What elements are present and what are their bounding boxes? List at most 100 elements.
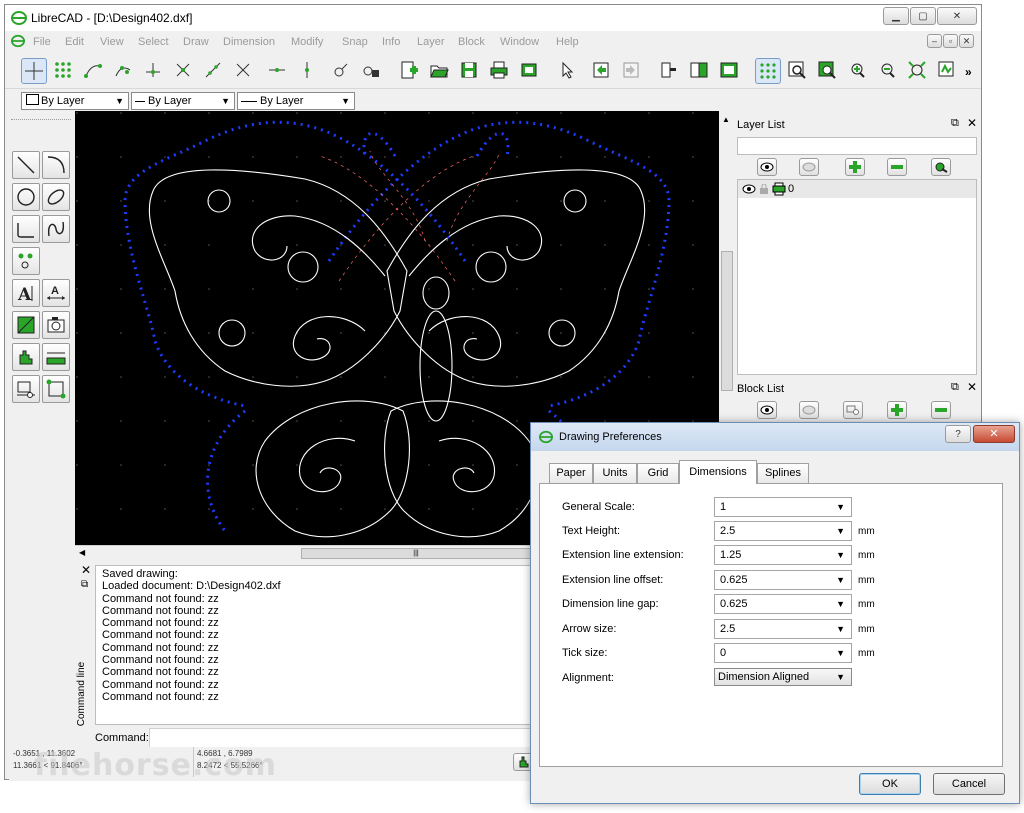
vertical-scroll-thumb[interactable] xyxy=(721,251,733,391)
restrict-horizontal-button[interactable] xyxy=(265,58,289,82)
measure-tool-button[interactable] xyxy=(42,343,70,371)
restrict-vertical-button[interactable] xyxy=(295,58,319,82)
arc-tool-button[interactable] xyxy=(42,151,70,179)
polyline-tool-button[interactable] xyxy=(12,215,40,243)
snap-free-button[interactable] xyxy=(21,58,47,84)
alignment-select[interactable]: Dimension Aligned ▼ xyxy=(714,668,852,686)
add-block-button[interactable] xyxy=(887,401,907,419)
paste-button[interactable] xyxy=(717,58,741,82)
toolbar-overflow-button[interactable]: » xyxy=(965,65,972,79)
general-scale-combo[interactable]: 1 ▼ xyxy=(714,497,852,517)
layer-row[interactable]: 0 xyxy=(738,180,976,198)
scroll-left-arrow-icon[interactable]: ◀ xyxy=(79,548,85,557)
snap-intersection-button[interactable] xyxy=(231,58,255,82)
dimension-line-gap-combo[interactable]: 0.625 ▼ xyxy=(714,594,852,614)
menu-snap[interactable]: Snap xyxy=(342,36,368,48)
layer-lock-icon[interactable] xyxy=(760,184,768,194)
ellipse-tool-button[interactable] xyxy=(42,183,70,211)
help-button[interactable]: ? xyxy=(945,425,971,443)
lock-relative-zero-button[interactable] xyxy=(359,58,383,82)
select-pointer-button[interactable] xyxy=(555,58,579,82)
print-preview-button[interactable] xyxy=(517,58,541,82)
line-tool-button[interactable] xyxy=(12,151,40,179)
tick-size-combo[interactable]: 0 ▼ xyxy=(714,643,852,663)
hide-all-blocks-button[interactable] xyxy=(799,401,819,419)
menu-file[interactable]: File xyxy=(33,36,51,48)
print-button[interactable] xyxy=(487,58,511,82)
text-height-combo[interactable]: 2.5 ▼ xyxy=(714,521,852,541)
new-file-button[interactable] xyxy=(397,58,421,82)
snap-center-button[interactable] xyxy=(141,58,165,82)
dimension-tool-button[interactable]: A xyxy=(42,279,70,307)
arrow-size-combo[interactable]: 2.5 ▼ xyxy=(714,619,852,639)
save-button[interactable] xyxy=(457,58,481,82)
text-tool-button[interactable]: A xyxy=(12,279,40,307)
color-combo[interactable]: By Layer ▼ xyxy=(21,92,129,110)
canvas-horizontal-scrollbar[interactable]: ◀ ||| xyxy=(75,545,535,561)
remove-layer-button[interactable] xyxy=(887,158,907,176)
menu-block[interactable]: Block xyxy=(458,36,485,48)
snap-distance-button[interactable] xyxy=(201,58,225,82)
minimize-button[interactable]: ▁ xyxy=(883,7,909,25)
undock-icon[interactable]: ⧉ xyxy=(81,579,88,590)
undock-icon[interactable]: ⧉ xyxy=(951,381,959,394)
close-panel-icon[interactable]: ✕ xyxy=(967,116,977,130)
add-layer-button[interactable] xyxy=(845,158,865,176)
layer-filter-input[interactable] xyxy=(737,137,977,155)
hide-all-layers-button[interactable] xyxy=(799,158,819,176)
undock-icon[interactable]: ⧉ xyxy=(951,117,959,130)
menu-dimension[interactable]: Dimension xyxy=(223,36,275,48)
command-input[interactable] xyxy=(149,728,535,748)
menu-select[interactable]: Select xyxy=(138,36,169,48)
layer-print-icon[interactable] xyxy=(772,182,786,196)
tab-grid[interactable]: Grid xyxy=(637,463,679,483)
extension-line-extension-combo[interactable]: 1.25 ▼ xyxy=(714,545,852,565)
menu-help[interactable]: Help xyxy=(556,36,579,48)
open-file-button[interactable] xyxy=(427,58,451,82)
menu-edit[interactable]: Edit xyxy=(65,36,84,48)
cancel-button[interactable]: Cancel xyxy=(933,773,1005,795)
linetype-combo[interactable]: By Layer ▼ xyxy=(131,92,235,110)
tab-splines[interactable]: Splines xyxy=(757,463,809,483)
modify-tool-button[interactable] xyxy=(12,343,40,371)
spline-tool-button[interactable] xyxy=(42,215,70,243)
show-all-blocks-button[interactable] xyxy=(757,401,777,419)
remove-block-button[interactable] xyxy=(931,401,951,419)
menu-draw[interactable]: Draw xyxy=(183,36,209,48)
menu-layer[interactable]: Layer xyxy=(417,36,445,48)
image-tool-button[interactable] xyxy=(42,311,70,339)
circle-tool-button[interactable] xyxy=(12,183,40,211)
dialog-close-button[interactable]: ✕ xyxy=(973,425,1015,443)
tab-paper[interactable]: Paper xyxy=(549,463,593,483)
width-combo[interactable]: By Layer ▼ xyxy=(237,92,355,110)
edit-layer-button[interactable] xyxy=(931,158,951,176)
toggle-grid-button[interactable] xyxy=(755,58,781,84)
redo-button[interactable] xyxy=(619,58,643,82)
mdi-minimize-button[interactable]: – xyxy=(927,34,942,48)
snap-on-entity-button[interactable] xyxy=(111,58,135,82)
close-panel-icon[interactable]: ✕ xyxy=(967,380,977,394)
snap-middle-button[interactable] xyxy=(171,58,195,82)
select-tool-button[interactable] xyxy=(42,375,70,403)
menu-view[interactable]: View xyxy=(100,36,124,48)
copy-button[interactable] xyxy=(687,58,711,82)
scroll-up-arrow-icon[interactable]: ▲ xyxy=(722,115,730,124)
zoom-in-button[interactable] xyxy=(845,58,869,82)
undo-button[interactable] xyxy=(589,58,613,82)
menu-info[interactable]: Info xyxy=(382,36,400,48)
snap-endpoint-button[interactable] xyxy=(81,58,105,82)
horizontal-scroll-thumb[interactable]: ||| xyxy=(301,548,531,559)
tab-dimensions[interactable]: Dimensions xyxy=(679,460,757,484)
menu-window[interactable]: Window xyxy=(500,36,539,48)
block-tool-button[interactable] xyxy=(12,375,40,403)
ok-button[interactable]: OK xyxy=(859,773,921,795)
extension-line-offset-combo[interactable]: 0.625 ▼ xyxy=(714,570,852,590)
hatch-tool-button[interactable] xyxy=(12,311,40,339)
cut-button[interactable] xyxy=(657,58,681,82)
close-dock-icon[interactable]: ✕ xyxy=(81,563,91,577)
mdi-restore-button[interactable]: ▫ xyxy=(943,34,958,48)
zoom-window-button[interactable] xyxy=(785,58,809,82)
zoom-auto-button[interactable] xyxy=(905,58,929,82)
tab-units[interactable]: Units xyxy=(593,463,637,483)
create-block-button[interactable] xyxy=(843,401,863,419)
